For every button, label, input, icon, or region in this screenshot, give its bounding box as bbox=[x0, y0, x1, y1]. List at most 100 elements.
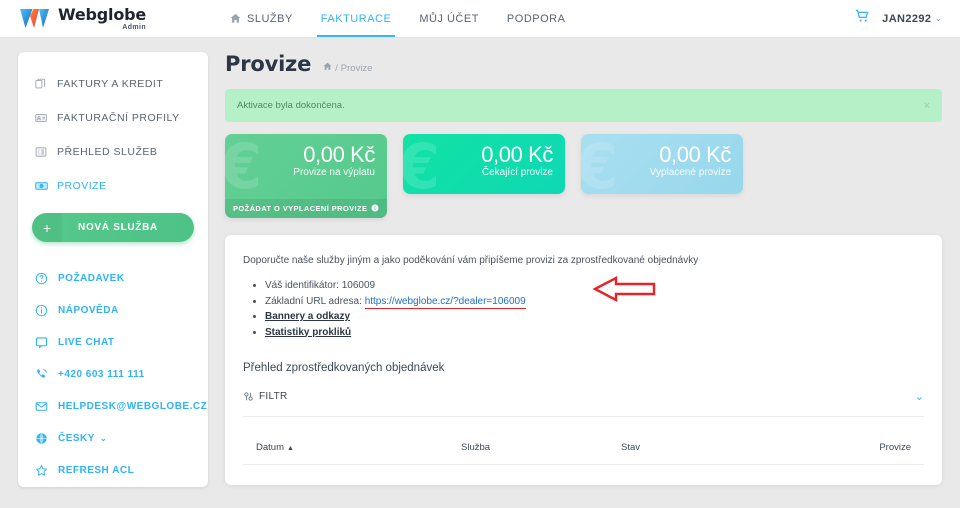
sidebar-item-language[interactable]: ČESKY ⌄ bbox=[18, 424, 208, 452]
nav-item-podpora[interactable]: PODPORA bbox=[493, 0, 580, 37]
nav-label-podpora: PODPORA bbox=[506, 12, 566, 25]
question-circle-icon bbox=[35, 272, 55, 285]
referral-url-link[interactable]: https://webglobe.cz/?dealer=106009 bbox=[364, 295, 526, 309]
documents-icon bbox=[35, 78, 53, 90]
filter-toggle[interactable]: FILTR ⌄ bbox=[243, 387, 924, 405]
breadcrumb: / Provize bbox=[323, 62, 372, 74]
sidebar: FAKTURY A KREDIT FAKTURAČNÍ PROFILY PŘEH… bbox=[18, 52, 208, 487]
table-header-sluzba[interactable]: Služba bbox=[461, 442, 621, 453]
sidebar-label-napoveda: NÁPOVĚDA bbox=[58, 304, 119, 316]
sidebar-label-phone: +420 603 111 111 bbox=[58, 368, 145, 380]
brand-subtitle: Admin bbox=[122, 23, 147, 31]
table-header-divider bbox=[243, 464, 924, 465]
card-provize-na-vyplatu: € 0,00 Kč Provize na výplatu POŽÁDAT O V… bbox=[225, 134, 387, 218]
sidebar-item-napoveda[interactable]: NÁPOVĚDA bbox=[18, 296, 208, 324]
sliders-icon bbox=[243, 391, 254, 402]
star-icon bbox=[35, 464, 55, 477]
identifier-text: Váš identifikátor: 106009 bbox=[265, 280, 376, 291]
brand-logo[interactable]: Webglobe Admin bbox=[18, 6, 168, 32]
brand-name: Webglobe bbox=[58, 4, 147, 24]
table-header-datum[interactable]: Datum ▲ bbox=[256, 442, 461, 453]
chevron-down-icon: ⌄ bbox=[914, 390, 924, 403]
table-header-row: Datum ▲ Služba Stav Provize bbox=[243, 436, 924, 458]
topbar-right-group: JAN2292 ⌄ bbox=[855, 9, 942, 28]
nav-label-fakturace: FAKTURACE bbox=[320, 12, 392, 25]
card-label-paid: Vyplacené provize bbox=[649, 167, 731, 179]
sidebar-label-pozadavek: POŽADAVEK bbox=[58, 272, 125, 284]
nav-item-sluzby[interactable]: SLUŽBY bbox=[216, 0, 307, 37]
nav-item-fakturace[interactable]: FAKTURACE bbox=[307, 0, 406, 37]
card-amount-paid: 0,00 Kč bbox=[659, 142, 731, 167]
referral-panel: Doporučte naše služby jiným a jako poděk… bbox=[225, 235, 942, 485]
sidebar-item-provize[interactable]: PROVIZE bbox=[18, 172, 208, 199]
main-content: Provize / Provize Aktivace byla dokončen… bbox=[225, 52, 942, 485]
sidebar-label-profily: FAKTURAČNÍ PROFILY bbox=[57, 111, 180, 124]
sidebar-label-provize: PROVIZE bbox=[57, 179, 107, 192]
sidebar-item-helpdesk-email[interactable]: HELPDESK@WEBGLOBE.CZ bbox=[18, 392, 208, 420]
orders-table: Datum ▲ Služba Stav Provize bbox=[243, 436, 924, 465]
sidebar-label-live-chat: LIVE CHAT bbox=[58, 336, 115, 348]
sidebar-item-pozadavek[interactable]: POŽADAVEK bbox=[18, 264, 208, 292]
red-left-arrow-annotation bbox=[562, 276, 657, 307]
top-navigation-bar: Webglobe Admin SLUŽBY FAKTURACE MŮJ ÚČET… bbox=[0, 0, 960, 37]
new-service-button[interactable]: + NOVÁ SLUŽBA bbox=[32, 213, 194, 242]
orders-section-title: Přehled zprostředkovaných objednávek bbox=[243, 362, 445, 374]
user-menu[interactable]: JAN2292 ⌄ bbox=[882, 13, 942, 25]
filter-label: FILTR bbox=[259, 390, 288, 402]
sidebar-item-phone[interactable]: +420 603 111 111 bbox=[18, 360, 208, 388]
list-item-banners: Bannery a odkazy bbox=[265, 309, 924, 325]
card-cekajici-provize: € 0,00 Kč Čekající provize bbox=[403, 134, 565, 194]
banners-link[interactable]: Bannery a odkazy bbox=[265, 311, 350, 322]
nav-label-sluzby: SLUŽBY bbox=[247, 12, 293, 25]
sidebar-item-refresh-acl[interactable]: REFRESH ACL bbox=[18, 456, 208, 484]
sidebar-item-fakturacni-profily[interactable]: FAKTURAČNÍ PROFILY bbox=[18, 104, 208, 131]
sidebar-item-prehled-sluzeb[interactable]: PŘEHLED SLUŽEB bbox=[18, 138, 208, 165]
nav-item-muj-ucet[interactable]: MŮJ ÚČET bbox=[405, 0, 493, 37]
phone-icon bbox=[35, 368, 55, 381]
plus-icon: + bbox=[32, 213, 62, 242]
list-icon bbox=[35, 146, 53, 158]
sidebar-label-refresh-acl: REFRESH ACL bbox=[58, 464, 135, 476]
list-item-click-stats: Statistiky prokliků bbox=[265, 325, 924, 341]
home-icon bbox=[230, 13, 241, 24]
table-header-stav[interactable]: Stav bbox=[621, 442, 841, 453]
sidebar-contact-list: POŽADAVEK NÁPOVĚDA LIVE CHAT +420 603 11… bbox=[18, 264, 208, 484]
chat-bubble-icon bbox=[35, 336, 55, 349]
click-stats-link[interactable]: Statistiky prokliků bbox=[265, 327, 351, 338]
breadcrumb-current: Provize bbox=[340, 62, 373, 74]
globe-icon bbox=[35, 432, 55, 445]
info-circle-icon bbox=[371, 204, 379, 214]
sidebar-label-language: ČESKY bbox=[58, 432, 95, 444]
breadcrumb-separator: / bbox=[335, 62, 338, 74]
card-label-payout: Provize na výplatu bbox=[293, 167, 375, 179]
card-vyplacene-provize: € 0,00 Kč Vyplacené provize bbox=[581, 134, 743, 194]
close-icon[interactable]: × bbox=[924, 100, 930, 112]
webglobe-w-logo-icon bbox=[18, 6, 52, 32]
table-header-provize[interactable]: Provize bbox=[841, 442, 911, 453]
chevron-down-icon: ⌄ bbox=[99, 433, 108, 443]
request-payout-button[interactable]: POŽÁDAT O VYPLACENÍ PROVIZE bbox=[225, 199, 387, 218]
info-circle-icon bbox=[35, 304, 55, 317]
url-prefix-label: Základní URL adresa: bbox=[265, 295, 365, 307]
sidebar-item-faktury-a-kredit[interactable]: FAKTURY A KREDIT bbox=[18, 70, 208, 97]
alert-message: Aktivace byla dokončena. bbox=[237, 100, 345, 111]
card-amount-payout: 0,00 Kč bbox=[303, 142, 375, 167]
sort-ascending-icon: ▲ bbox=[286, 444, 294, 452]
sidebar-label-faktury: FAKTURY A KREDIT bbox=[57, 77, 164, 90]
id-card-icon bbox=[35, 112, 53, 124]
new-service-label: NOVÁ SLUŽBA bbox=[78, 222, 158, 233]
commission-cards: € 0,00 Kč Provize na výplatu POŽÁDAT O V… bbox=[225, 134, 942, 218]
topbar-divider bbox=[0, 37, 960, 38]
sidebar-label-prehled: PŘEHLED SLUŽEB bbox=[57, 145, 158, 158]
card-label-pending: Čekající provize bbox=[481, 167, 553, 179]
chevron-down-icon: ⌄ bbox=[934, 13, 942, 23]
sidebar-label-helpdesk: HELPDESK@WEBGLOBE.CZ bbox=[58, 400, 208, 412]
shopping-cart-icon[interactable] bbox=[855, 9, 870, 28]
page-title: Provize bbox=[225, 52, 312, 76]
sidebar-item-live-chat[interactable]: LIVE CHAT bbox=[18, 328, 208, 356]
table-header-datum-label: Datum bbox=[256, 441, 284, 453]
banknote-icon bbox=[35, 180, 53, 192]
nav-label-muj-ucet: MŮJ ÚČET bbox=[419, 12, 479, 25]
home-icon[interactable] bbox=[323, 62, 332, 74]
request-payout-label: POŽÁDAT O VYPLACENÍ PROVIZE bbox=[233, 204, 368, 213]
